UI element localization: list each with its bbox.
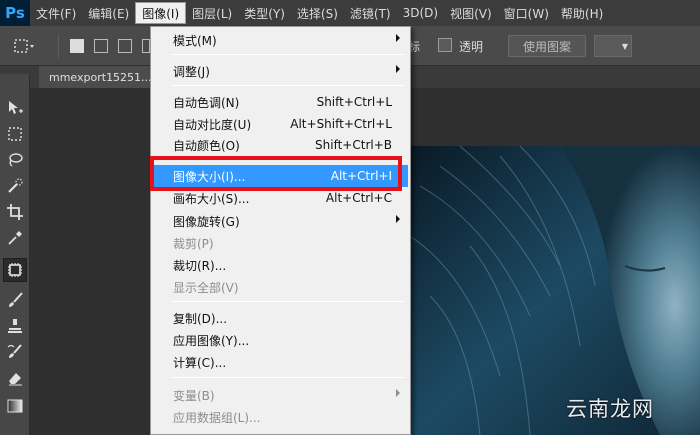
submenu-arrow-icon (396, 34, 400, 42)
menu-view[interactable]: 视图(V) (444, 2, 498, 24)
menu-item-image-size[interactable]: 图像大小(I)... Alt+Ctrl+I (153, 165, 408, 187)
menu-item-adjustments[interactable]: 调整(J) (153, 60, 408, 82)
menu-item-label: 计算(C)... (173, 355, 227, 370)
menu-item-label: 图像大小(I)... (173, 169, 246, 184)
menu-help[interactable]: 帮助(H) (555, 2, 609, 24)
menu-layer[interactable]: 图层(L) (186, 2, 238, 24)
move-icon[interactable] (3, 96, 27, 120)
menu-item-shortcut: Alt+Ctrl+C (325, 191, 392, 205)
menu-item-auto-contrast[interactable]: 自动对比度(U) Alt+Shift+Ctrl+L (153, 113, 408, 135)
menu-item-image-rotation[interactable]: 图像旋转(G) (153, 210, 408, 232)
menu-item-label: 自动色调(N) (173, 95, 240, 110)
menu-image[interactable]: 图像(I) (135, 2, 187, 24)
menu-separator (171, 377, 405, 378)
quick-select-icon[interactable] (3, 174, 27, 198)
chevron-down-icon: ▼ (621, 42, 628, 51)
menu-item-shortcut: Alt+Shift+Ctrl+L (290, 117, 392, 131)
eyedropper-icon[interactable] (3, 226, 27, 250)
menu-item-label: 裁切(R)... (173, 258, 227, 273)
transparent-checkbox[interactable] (438, 38, 452, 52)
healing-brush-icon[interactable] (3, 258, 27, 282)
menu-separator (171, 85, 405, 86)
menu-file[interactable]: 文件(F) (30, 2, 82, 24)
submenu-arrow-icon (396, 215, 400, 223)
menu-item-label: 显示全部(V) (173, 280, 239, 295)
tool-preset-icon[interactable] (14, 38, 34, 54)
submenu-arrow-icon (396, 389, 400, 397)
menu-separator (171, 159, 405, 160)
menu-item-auto-tone[interactable]: 自动色调(N) Shift+Ctrl+L (153, 91, 408, 113)
menu-separator (171, 54, 405, 55)
menu-item-label: 复制(D)... (173, 311, 228, 326)
panel-grip[interactable] (0, 66, 30, 74)
menu-item-auto-color[interactable]: 自动颜色(O) Shift+Ctrl+B (153, 134, 408, 156)
menu-item-shortcut: Alt+Ctrl+I (330, 169, 392, 183)
menu-window[interactable]: 窗口(W) (498, 2, 555, 24)
menu-item-label: 图像旋转(G) (173, 214, 240, 229)
menu-item-label: 画布大小(S)... (173, 191, 250, 206)
menu-separator (171, 301, 405, 302)
menu-item-variables: 变量(B) (153, 384, 408, 406)
menu-edit[interactable]: 编辑(E) (82, 2, 135, 24)
selection-intersect-icon[interactable] (142, 39, 150, 53)
photoshop-logo: Ps (0, 0, 30, 26)
pattern-picker[interactable]: ▼ (594, 35, 632, 57)
menu-item-duplicate[interactable]: 复制(D)... (153, 307, 408, 329)
menu-item-shortcut: Shift+Ctrl+L (316, 95, 392, 109)
lasso-icon[interactable] (3, 148, 27, 172)
menu-item-label: 自动颜色(O) (173, 138, 240, 153)
menu-item-label: 自动对比度(U) (173, 117, 252, 132)
menu-bar: Ps 文件(F) 编辑(E) 图像(I) 图层(L) 类型(Y) 选择(S) 滤… (0, 0, 700, 26)
menu-filter[interactable]: 滤镜(T) (344, 2, 397, 24)
menu-item-calculations[interactable]: 计算(C)... (153, 351, 408, 373)
eraser-icon[interactable] (3, 366, 27, 390)
menu-item-apply-data-set: 应用数据组(L)... (153, 406, 408, 428)
marquee-icon[interactable] (3, 122, 27, 146)
crop-icon[interactable] (3, 200, 27, 224)
tools-panel (0, 66, 30, 435)
watermark: 云南龙网 (566, 397, 654, 421)
menu-item-shortcut: Shift+Ctrl+B (315, 138, 392, 152)
document-tab[interactable]: mmexport15251... (39, 66, 162, 88)
menu-item-trim[interactable]: 裁切(R)... (153, 254, 408, 276)
use-pattern-button[interactable]: 使用图案 (508, 35, 586, 57)
menu-item-mode[interactable]: 模式(M) (153, 29, 408, 51)
history-brush-icon[interactable] (3, 340, 27, 364)
selection-add-icon[interactable] (94, 39, 108, 53)
gradient-icon[interactable] (3, 394, 27, 418)
image-menu-dropdown: 模式(M) 调整(J) 自动色调(N) Shift+Ctrl+L 自动对比度(U… (150, 26, 411, 435)
menu-item-label: 裁剪(P) (173, 236, 214, 251)
menu-item-label: 应用数据组(L)... (173, 410, 261, 425)
document-image[interactable] (410, 146, 700, 435)
transparent-label: 透明 (459, 40, 484, 54)
menu-item-label: 应用图像(Y)... (173, 333, 250, 348)
menu-item-crop: 裁剪(P) (153, 232, 408, 254)
menu-item-label: 变量(B) (173, 388, 215, 403)
menu-select[interactable]: 选择(S) (291, 2, 344, 24)
menu-type[interactable]: 类型(Y) (238, 2, 291, 24)
selection-new-icon[interactable] (70, 39, 84, 53)
menu-3d[interactable]: 3D(D) (397, 2, 444, 24)
selection-subtract-icon[interactable] (118, 39, 132, 53)
menu-item-canvas-size[interactable]: 画布大小(S)... Alt+Ctrl+C (153, 187, 408, 209)
menu-item-reveal-all: 显示全部(V) (153, 276, 408, 298)
menu-item-label: 模式(M) (173, 33, 217, 48)
menu-item-label: 调整(J) (173, 64, 210, 79)
menu-item-apply-image[interactable]: 应用图像(Y)... (153, 329, 408, 351)
brush-icon[interactable] (3, 288, 27, 312)
submenu-arrow-icon (396, 65, 400, 73)
options-separator (58, 34, 59, 58)
clone-stamp-icon[interactable] (3, 314, 27, 338)
